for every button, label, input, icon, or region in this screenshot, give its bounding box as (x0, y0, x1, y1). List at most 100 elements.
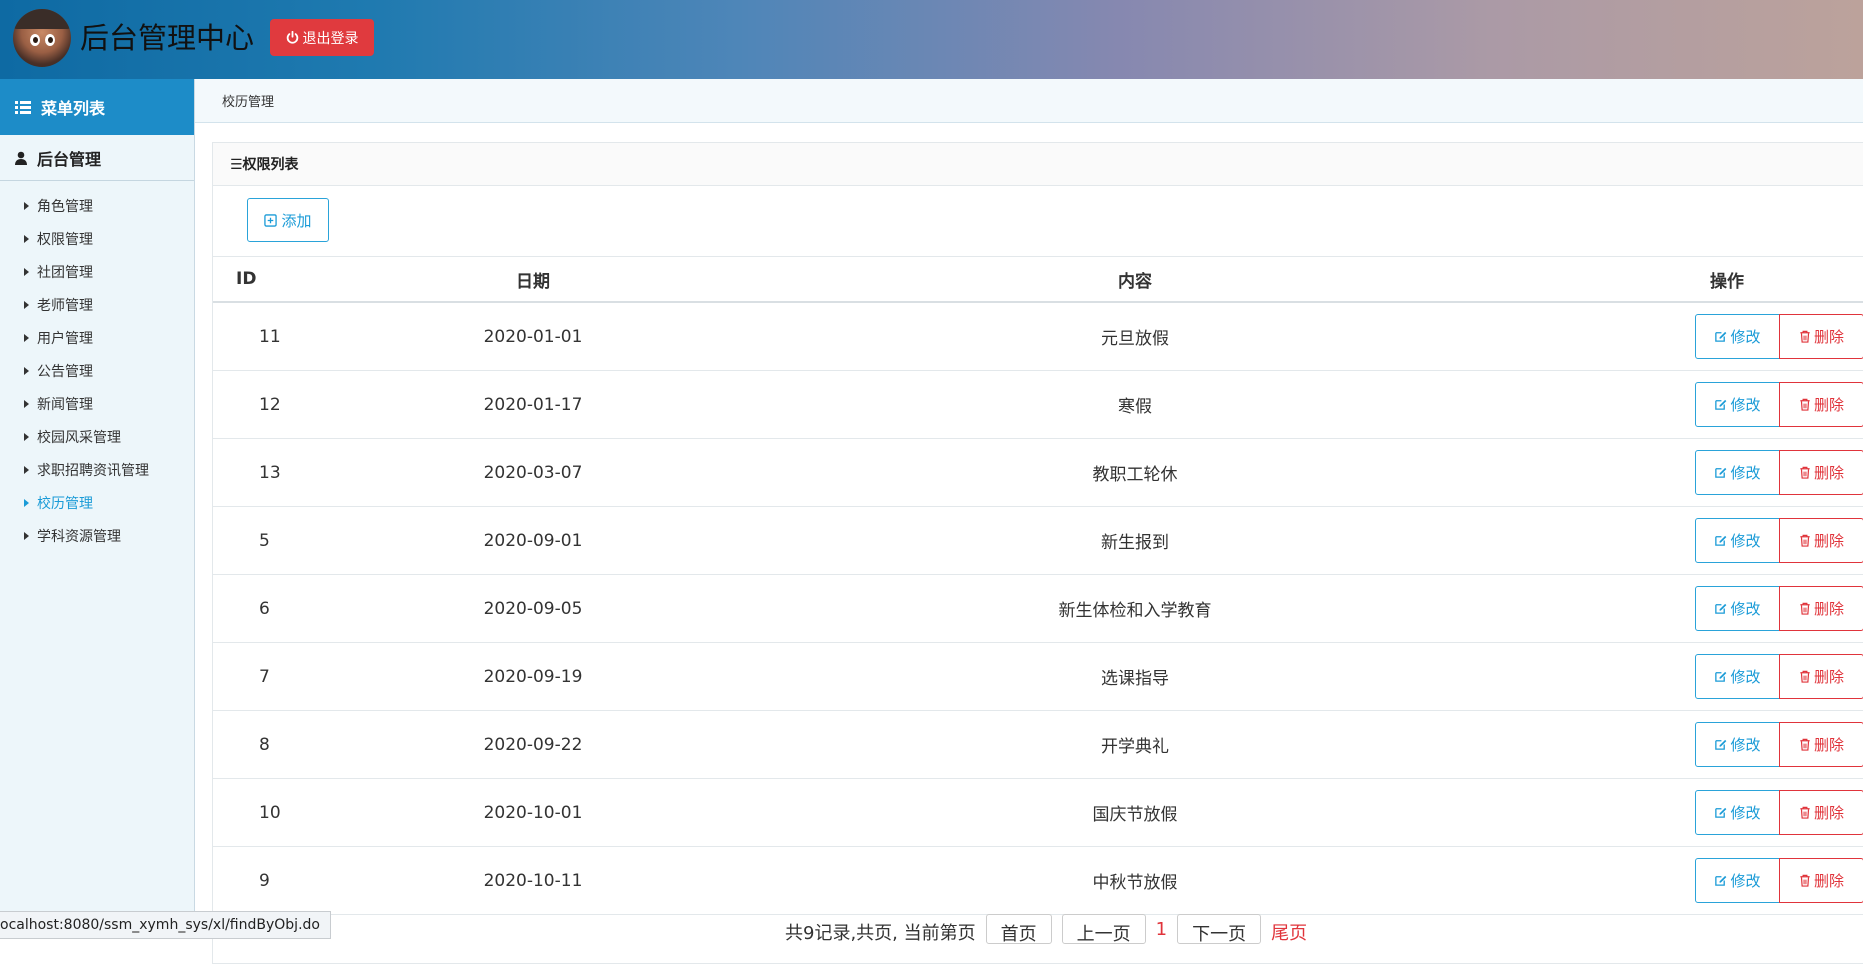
sidebar-item-teacher[interactable]: 老师管理 (0, 288, 194, 321)
plus-square-icon (264, 213, 278, 227)
edit-label: 修改 (1730, 600, 1761, 618)
edit-button[interactable]: 修改 (1695, 858, 1780, 903)
cell-id: 7 (213, 642, 347, 711)
sidebar-item-label: 公告管理 (37, 363, 93, 380)
delete-label: 删除 (1813, 396, 1844, 414)
edit-label: 修改 (1730, 736, 1761, 754)
delete-button[interactable]: 删除 (1779, 790, 1863, 835)
sidebar-item-jobs[interactable]: 求职招聘资讯管理 (0, 453, 194, 486)
pagination-summary: 共9记录,共页, 当前第页 (785, 923, 976, 944)
sidebar-group-label: 后台管理 (37, 150, 102, 169)
sidebar-group-admin[interactable]: 后台管理 (0, 136, 194, 181)
cell-date: 2020-09-05 (347, 574, 719, 643)
table-row: 5 2020-09-01 新生报到 修改 删除 (213, 506, 1863, 575)
cell-content: 元旦放假 (719, 302, 1551, 371)
sidebar-item-news[interactable]: 新闻管理 (0, 387, 194, 420)
user-icon (15, 151, 27, 165)
sidebar-item-label: 新闻管理 (37, 396, 93, 413)
sidebar: 菜单列表 后台管理 角色管理 权限管理 社团管理 老师管理 用户管理 公告管理 … (0, 79, 195, 939)
delete-button[interactable]: 删除 (1779, 858, 1863, 903)
cell-date: 2020-01-17 (347, 370, 719, 439)
edit-icon (1714, 534, 1727, 547)
edit-button[interactable]: 修改 (1695, 314, 1780, 359)
cell-id: 10 (213, 778, 347, 847)
delete-label: 删除 (1813, 464, 1844, 482)
cell-date: 2020-09-19 (347, 642, 719, 711)
cell-content: 开学典礼 (719, 710, 1551, 779)
edit-icon (1714, 670, 1727, 683)
edit-button[interactable]: 修改 (1695, 790, 1780, 835)
edit-button[interactable]: 修改 (1695, 722, 1780, 767)
next-page-button[interactable]: 下一页 (1177, 914, 1262, 945)
sidebar-item-permission[interactable]: 权限管理 (0, 222, 194, 255)
trash-icon (1799, 534, 1811, 547)
table-row: 11 2020-01-01 元旦放假 修改 删除 (213, 302, 1863, 371)
delete-button[interactable]: 删除 (1779, 586, 1863, 631)
trash-icon (1799, 738, 1811, 751)
header-content: 内容 (719, 257, 1551, 303)
cell-operation: 修改 删除 (1551, 438, 1863, 507)
breadcrumb-current: 校历管理 (222, 95, 275, 110)
table-row: 7 2020-09-19 选课指导 修改 删除 (213, 642, 1863, 711)
edit-button[interactable]: 修改 (1695, 518, 1780, 563)
delete-button[interactable]: 删除 (1779, 314, 1863, 359)
cell-operation: 修改 删除 (1551, 506, 1863, 575)
sidebar-menu-header[interactable]: 菜单列表 (0, 79, 194, 135)
cell-content: 教职工轮休 (719, 438, 1551, 507)
first-page-button[interactable]: 首页 (985, 914, 1052, 945)
sidebar-item-notice[interactable]: 公告管理 (0, 354, 194, 387)
sidebar-item-calendar[interactable]: 校历管理 (0, 486, 194, 519)
sidebar-item-campus-style[interactable]: 校园风采管理 (0, 420, 194, 453)
caret-right-icon (24, 267, 29, 276)
delete-button[interactable]: 删除 (1779, 382, 1863, 427)
caret-right-icon (24, 465, 29, 474)
edit-button[interactable]: 修改 (1695, 654, 1780, 699)
trash-icon (1799, 398, 1811, 411)
trash-icon (1799, 602, 1811, 615)
delete-button[interactable]: 删除 (1779, 450, 1863, 495)
edit-label: 修改 (1730, 396, 1761, 414)
last-page-link[interactable]: 尾页 (1271, 914, 1307, 945)
cell-content: 中秋节放假 (719, 846, 1551, 915)
app-title: 后台管理中心 (80, 21, 255, 55)
delete-button[interactable]: 删除 (1779, 518, 1863, 563)
header-operation: 操作 (1551, 257, 1863, 303)
add-button[interactable]: 添加 (247, 198, 329, 242)
breadcrumb: 校历管理 (195, 79, 1863, 123)
top-header: 后台管理中心 退出登录 (0, 0, 1863, 79)
sidebar-menu-list: 角色管理 权限管理 社团管理 老师管理 用户管理 公告管理 新闻管理 校园风采管… (0, 181, 194, 552)
caret-right-icon (24, 432, 29, 441)
delete-label: 删除 (1813, 668, 1844, 686)
edit-button[interactable]: 修改 (1695, 382, 1780, 427)
caret-right-icon (24, 201, 29, 210)
edit-label: 修改 (1730, 872, 1761, 890)
table-header-row: ID 日期 内容 操作 (213, 257, 1863, 303)
sidebar-item-user[interactable]: 用户管理 (0, 321, 194, 354)
cell-content: 国庆节放假 (719, 778, 1551, 847)
sidebar-item-label: 求职招聘资讯管理 (37, 462, 149, 479)
cell-operation: 修改 删除 (1551, 574, 1863, 643)
edit-button[interactable]: 修改 (1695, 586, 1780, 631)
sidebar-item-label: 权限管理 (37, 231, 93, 248)
delete-button[interactable]: 删除 (1779, 654, 1863, 699)
sidebar-item-resources[interactable]: 学科资源管理 (0, 519, 194, 552)
prev-page-button[interactable]: 上一页 (1061, 914, 1146, 945)
delete-label: 删除 (1813, 600, 1844, 618)
edit-button[interactable]: 修改 (1695, 450, 1780, 495)
add-label: 添加 (281, 211, 312, 230)
user-avatar (13, 9, 71, 67)
edit-icon (1714, 874, 1727, 887)
browser-status-bar: ocalhost:8080/ssm_xymh_sys/xl/findByObj.… (0, 911, 331, 939)
delete-button[interactable]: 删除 (1779, 722, 1863, 767)
table-row: 10 2020-10-01 国庆节放假 修改 删除 (213, 778, 1863, 847)
logout-button[interactable]: 退出登录 (270, 19, 374, 56)
cell-date: 2020-09-22 (347, 710, 719, 779)
sidebar-item-club[interactable]: 社团管理 (0, 255, 194, 288)
cell-id: 9 (213, 846, 347, 915)
cell-date: 2020-01-01 (347, 302, 719, 371)
delete-label: 删除 (1813, 532, 1844, 550)
sidebar-item-role[interactable]: 角色管理 (0, 189, 194, 222)
header-id: ID (213, 257, 347, 303)
cell-operation: 修改 删除 (1551, 710, 1863, 779)
sidebar-item-label: 角色管理 (37, 198, 93, 215)
